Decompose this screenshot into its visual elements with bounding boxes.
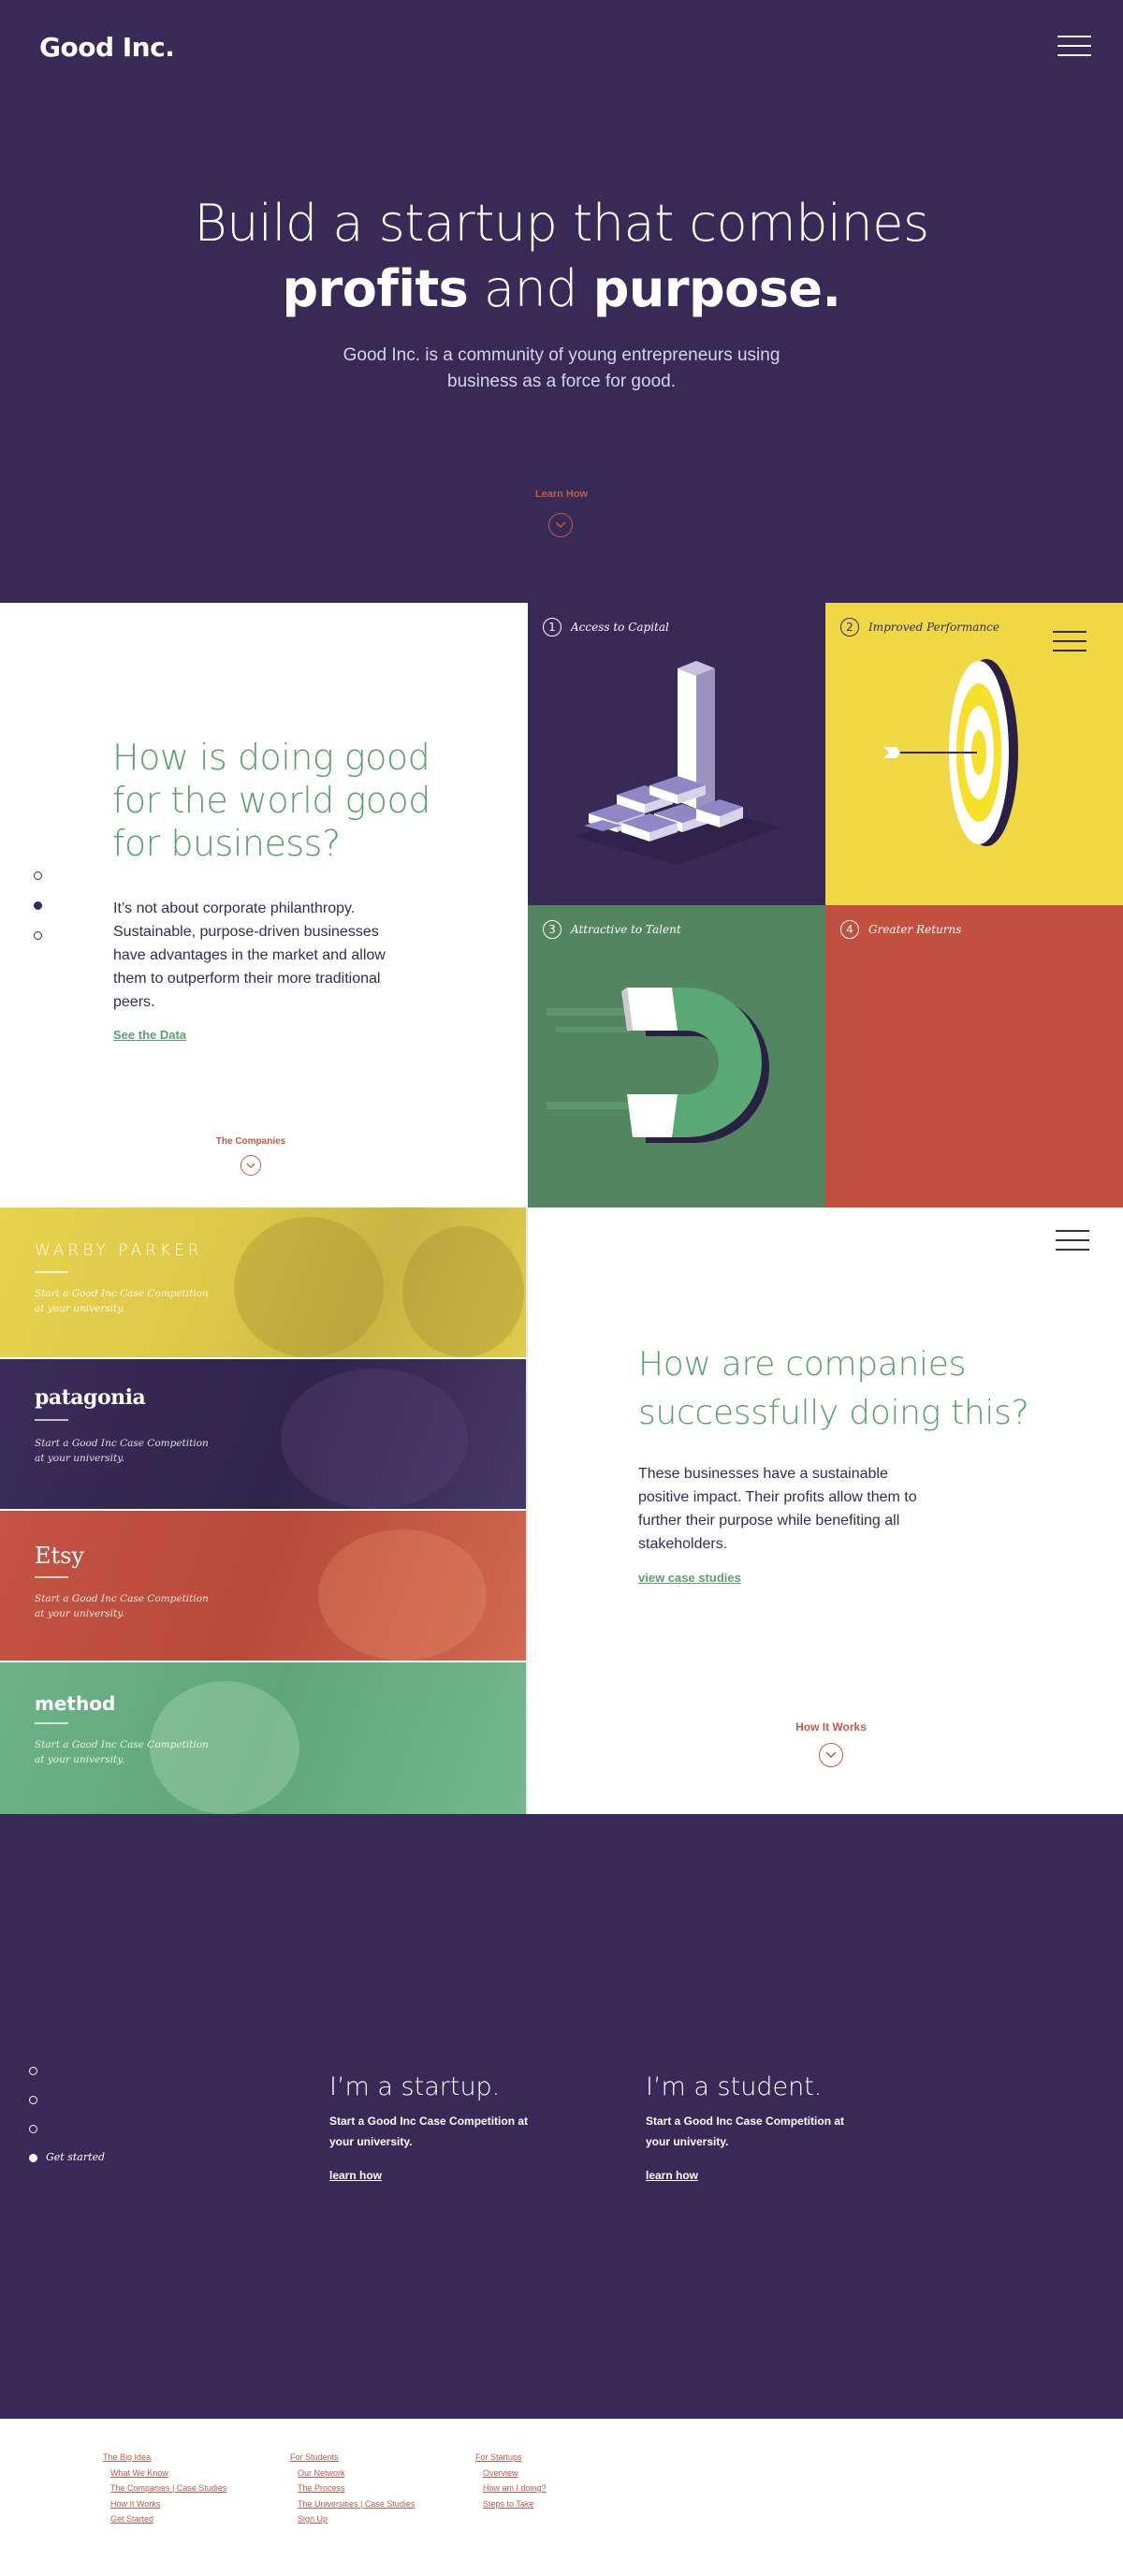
divider	[35, 1419, 68, 1421]
stairs-bar-chart-icon	[575, 661, 780, 865]
companies-title: How are companies successfully doing thi…	[638, 1345, 1029, 1432]
brand-tagline: Start a Good Inc Case Competition at you…	[35, 1739, 209, 1765]
brand-tagline: Start a Good Inc Case Competition at you…	[35, 1438, 209, 1464]
footer-heading-link[interactable]: The Big Idea	[103, 2450, 226, 2466]
footer-heading-link[interactable]: For Startups	[475, 2450, 547, 2466]
divider	[35, 1576, 68, 1578]
student-learn-how-link[interactable]: learn how	[646, 2169, 852, 2182]
section-nav-dot-1[interactable]	[29, 2067, 37, 2075]
divider	[35, 1722, 68, 1724]
magnet-icon	[547, 988, 769, 1143]
tile-greater-returns: 4 Greater Returns	[825, 905, 1123, 1208]
startup-learn-how-link[interactable]: learn how	[329, 2169, 535, 2182]
footer-link[interactable]: The Companies | Case Studies	[103, 2481, 226, 2496]
hero-title-profits: profits	[282, 259, 469, 318]
tile-access-to-capital: 1 Access to Capital	[528, 603, 825, 905]
chevron-down-icon[interactable]	[241, 1155, 261, 1176]
brand-band-patagonia[interactable]: patagonia Start a Good Inc Case Competit…	[0, 1359, 526, 1509]
chevron-down-icon[interactable]	[819, 1743, 843, 1767]
tile-label-text: Attractive to Talent	[571, 923, 681, 936]
brand-band-method[interactable]: method Start a Good Inc Case Competition…	[0, 1662, 526, 1814]
brand-band-warby-parker[interactable]: WARBY PARKER Start a Good Inc Case Compe…	[0, 1208, 526, 1357]
hamburger-menu-icon[interactable]	[1056, 1230, 1089, 1252]
footer-link[interactable]: Get Started	[103, 2511, 226, 2527]
footer-column-for-students: For Students Our Network The Process The…	[290, 2450, 415, 2527]
footer-link[interactable]: The Universities | Case Studies	[290, 2496, 415, 2512]
why-body: It’s not about corporate philanthropy. S…	[113, 900, 386, 1010]
startup-card-body: Start a Good Inc Case Competition at you…	[329, 2115, 529, 2148]
tile-label: 2 Improved Performance	[840, 618, 999, 637]
tile-label: 3 Attractive to Talent	[543, 920, 681, 939]
student-card-body: Start a Good Inc Case Competition at you…	[646, 2115, 845, 2148]
section-nav-dot-3[interactable]	[29, 2125, 37, 2133]
tile-number: 2	[840, 618, 859, 637]
hero-title-and: and	[483, 259, 578, 318]
student-card: I’m a student. Start a Good Inc Case Com…	[646, 2072, 852, 2182]
get-started-nav-label[interactable]: Get started	[46, 2151, 105, 2163]
tile-number: 1	[543, 618, 562, 637]
footer-link[interactable]: How am I doing?	[475, 2481, 547, 2496]
brand-band-etsy[interactable]: Etsy Start a Good Inc Case Competition a…	[0, 1511, 526, 1661]
startup-card: I’m a startup. Start a Good Inc Case Com…	[329, 2072, 535, 2182]
brand-tagline: Start a Good Inc Case Competition at you…	[35, 1288, 209, 1314]
logo[interactable]: Good Inc.	[39, 32, 175, 63]
hero-title-purpose: purpose.	[592, 259, 841, 318]
footer-link[interactable]: Sign Up	[290, 2511, 415, 2527]
tile-number: 3	[543, 920, 562, 939]
target-arrow-icon	[883, 659, 1018, 846]
footer-link[interactable]: The Process	[290, 2481, 415, 2496]
footer-link[interactable]: What We Know	[103, 2466, 226, 2481]
hero-subtitle: Good Inc. is a community of young entrep…	[343, 345, 780, 391]
view-case-studies-link[interactable]: view case studies	[638, 1571, 741, 1585]
startup-card-title: I’m a startup.	[329, 2072, 501, 2101]
footer-column-for-startups: For Startups Overview How am I doing? St…	[475, 2450, 547, 2511]
see-the-data-link[interactable]: See the Data	[113, 1028, 186, 1042]
tile-improved-performance: 2 Improved Performance	[825, 603, 1123, 905]
section-nav-dot-1[interactable]	[34, 871, 42, 880]
brand-name: WARBY PARKER	[35, 1241, 203, 1260]
hamburger-menu-icon[interactable]	[1057, 36, 1091, 58]
how-it-works-link[interactable]: How It Works	[775, 1720, 887, 1734]
section-nav-dot-2[interactable]	[29, 2096, 37, 2104]
footer-link[interactable]: How It Works	[103, 2496, 226, 2512]
the-companies-link[interactable]: The Companies	[195, 1136, 307, 1147]
section-nav-dot-4[interactable]	[29, 2154, 37, 2162]
tile-label: 1 Access to Capital	[543, 618, 669, 637]
learn-how-link[interactable]: Learn How	[505, 489, 618, 500]
hamburger-menu-icon[interactable]	[1053, 631, 1087, 653]
why-title: How is doing good for the world good for…	[112, 737, 430, 864]
hero-title-line1: Build a startup that combines	[194, 194, 929, 253]
brand-name: patagonia	[35, 1385, 146, 1410]
footer-link[interactable]: Overview	[475, 2466, 547, 2481]
brand-name: method	[35, 1692, 116, 1715]
divider	[35, 1271, 68, 1273]
divider	[526, 1208, 528, 1814]
footer-link[interactable]: Steps to Take	[475, 2496, 547, 2512]
student-card-title: I’m a student.	[646, 2072, 823, 2101]
footer-heading-link[interactable]: For Students	[290, 2450, 415, 2466]
tile-number: 4	[840, 920, 859, 939]
brand-name: Etsy	[35, 1543, 85, 1569]
section-nav-dot-3[interactable]	[34, 931, 42, 940]
tile-attractive-to-talent: 3 Attractive to Talent	[528, 905, 825, 1208]
get-started-section: Get started I’m a startup. Start a Good …	[0, 1814, 1123, 2419]
hero-title: Build a startup that combines profits an…	[0, 191, 1123, 322]
hero-section: Good Inc. Build a startup that combines …	[0, 0, 1123, 603]
companies-body: These businesses have a sustainable posi…	[638, 1466, 917, 1552]
section-nav-dot-2[interactable]	[34, 901, 42, 910]
tile-label: 4 Greater Returns	[840, 920, 961, 939]
tile-label-text: Improved Performance	[868, 621, 999, 634]
brand-tagline: Start a Good Inc Case Competition at you…	[35, 1593, 209, 1619]
tile-label-text: Access to Capital	[571, 621, 669, 634]
footer-link[interactable]: Our Network	[290, 2466, 415, 2481]
chevron-down-icon[interactable]	[548, 513, 573, 537]
footer: The Big Idea What We Know The Companies …	[0, 2419, 1123, 2576]
footer-column-big-idea: The Big Idea What We Know The Companies …	[103, 2450, 226, 2527]
tile-label-text: Greater Returns	[868, 923, 962, 936]
